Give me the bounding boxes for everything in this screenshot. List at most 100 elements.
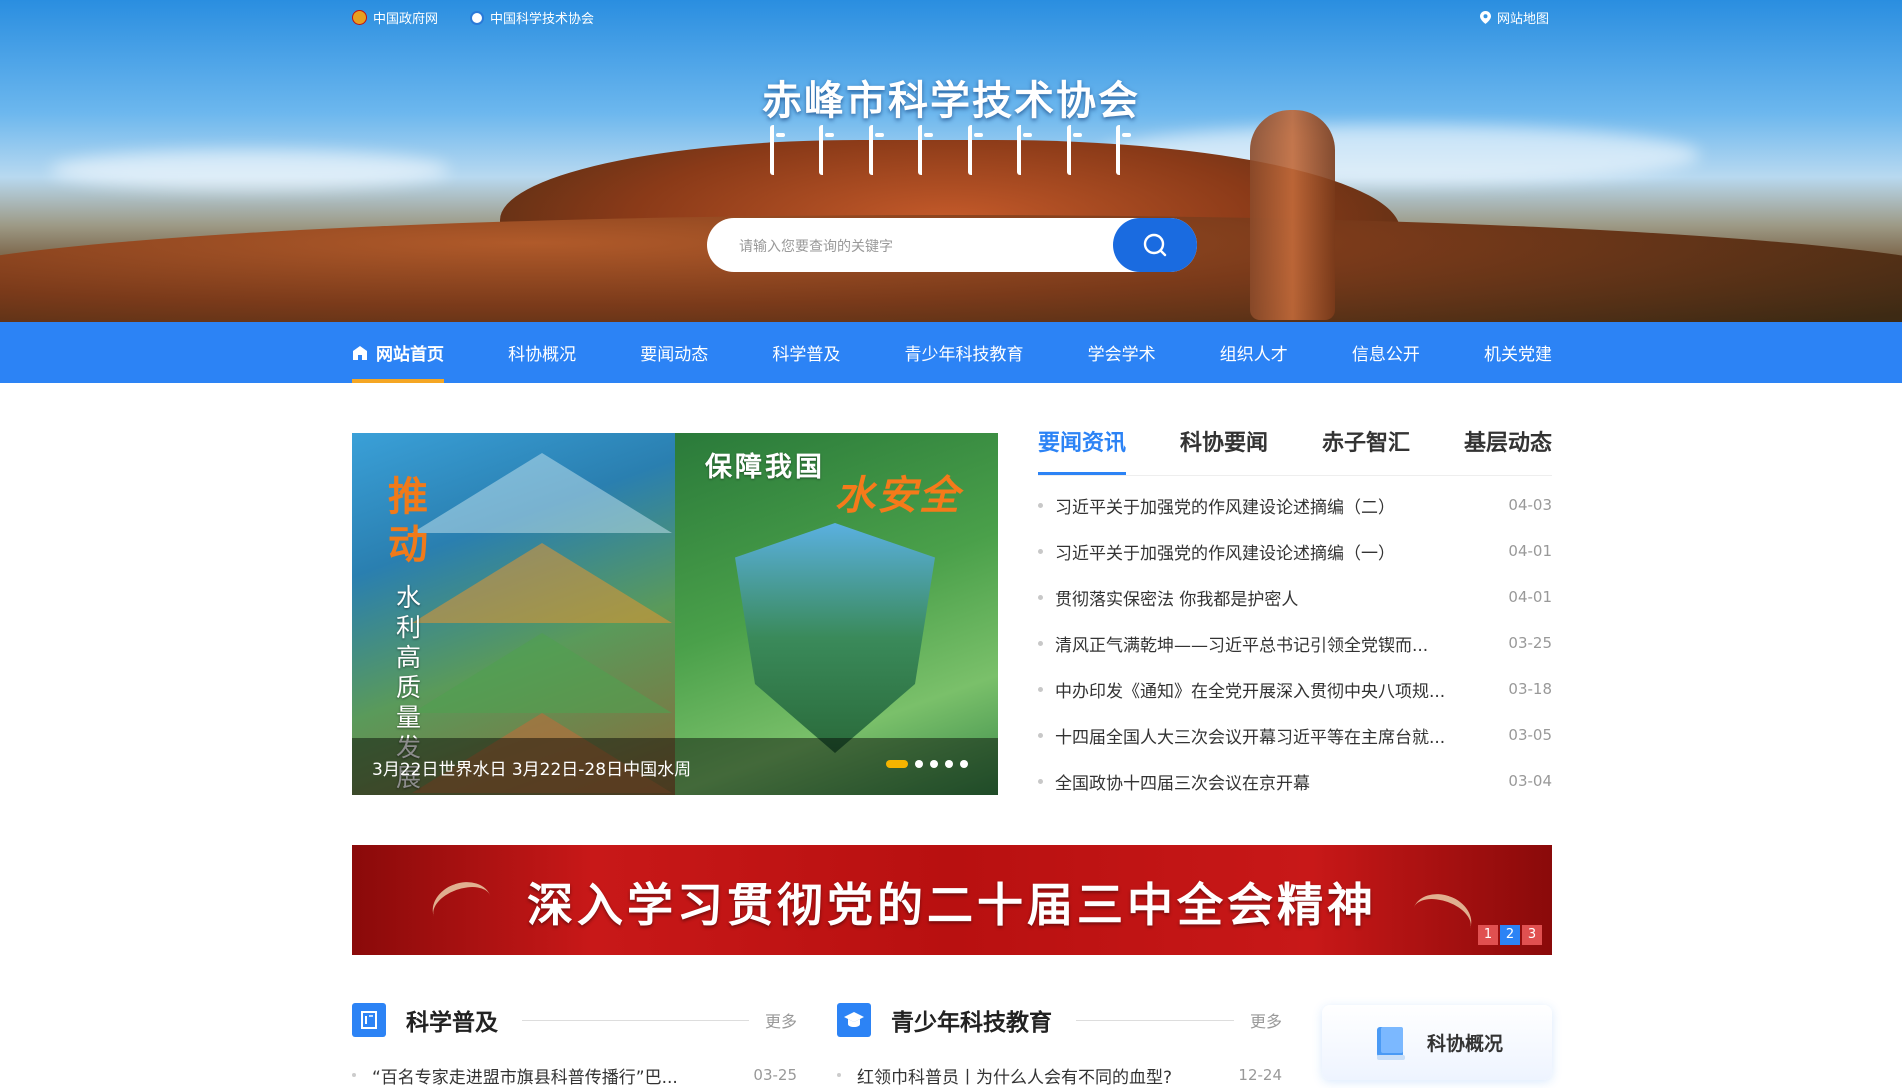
top-bar: 中国政府网 中国科学技术协会 网站地图 <box>352 8 1552 30</box>
site-title: 赤峰市科学技术协会 <box>762 77 1140 124</box>
list-item-title[interactable]: “百名专家走进盟市旗县科普传播行”巴... <box>372 1063 753 1088</box>
news-title[interactable]: 全国政协十四届三次会议在京开幕 <box>1055 769 1508 794</box>
nav-item-news[interactable]: 要闻动态 <box>640 322 708 383</box>
poster-line2: 水安全 <box>835 472 961 519</box>
news-date: 04-01 <box>1508 542 1552 560</box>
list-item-date: 12-24 <box>1238 1066 1282 1084</box>
book-icon <box>1376 1026 1405 1060</box>
banner-page-button[interactable]: 2 <box>1500 925 1520 945</box>
news-title[interactable]: 习近平关于加强党的作风建设论述摘编（二） <box>1055 493 1508 518</box>
banner-text: 深入学习贯彻党的二十届三中全会精神 <box>527 878 1377 932</box>
search-input[interactable] <box>737 218 1101 274</box>
news-item[interactable]: 习近平关于加强党的作风建设论述摘编（一） 04-01 <box>1038 528 1552 574</box>
link-sitemap-label: 网站地图 <box>1497 12 1550 27</box>
shield-graphic <box>735 523 935 753</box>
link-cast[interactable]: 中国科学技术协会 <box>470 8 594 27</box>
page: 中国政府网 中国科学技术协会 网站地图 赤峰市科学技术协会 请输入您要查询的关键… <box>0 0 1902 1088</box>
news-item[interactable]: 全国政协十四届三次会议在京开幕 03-04 <box>1038 758 1552 804</box>
news-title[interactable]: 十四届全国人大三次会议开幕习近平等在主席台就... <box>1055 723 1508 748</box>
cloud <box>50 150 450 190</box>
news-title[interactable]: 习近平关于加强党的作风建设论述摘编（一） <box>1055 539 1508 564</box>
side-card-label: 科协概况 <box>1426 1033 1503 1055</box>
tab-chizi-zhihui[interactable]: 赤子智汇 <box>1322 425 1410 473</box>
more-link[interactable]: 更多 <box>1250 1008 1282 1032</box>
link-sitemap[interactable]: 网站地图 <box>1480 8 1549 27</box>
nav-item-label: 科协概况 <box>508 345 577 365</box>
tab-cast-news[interactable]: 科协要闻 <box>1180 425 1268 473</box>
tab-headlines[interactable]: 要闻资讯 <box>1038 425 1127 475</box>
carousel-dot[interactable] <box>960 760 968 768</box>
carousel-caption: 3月22日世界水日 3月22日-28日中国水周 <box>352 738 998 795</box>
news-title[interactable]: 贯彻落实保密法 你我都是护密人 <box>1055 585 1508 610</box>
news-item[interactable]: 中办印发《通知》在全党开展深入贯彻中央八项规... 03-18 <box>1038 666 1552 712</box>
nav-item-label: 要闻动态 <box>640 345 709 365</box>
document-icon <box>352 1003 386 1037</box>
emblem-icon <box>352 10 367 25</box>
nav-item-label: 青少年科技教育 <box>904 345 1024 365</box>
main-nav: 网站首页 科协概况 要闻动态 科学普及 青少年科技教育 学会学术 组织人才 信息… <box>0 322 1902 383</box>
carousel-dot[interactable] <box>886 760 908 768</box>
banner-pager: 1 2 3 <box>1478 925 1542 945</box>
poster-chevron <box>412 543 672 623</box>
nav-item-popular-science[interactable]: 科学普及 <box>772 322 840 383</box>
news-list: 习近平关于加强党的作风建设论述摘编（二） 04-03 习近平关于加强党的作风建设论… <box>1038 482 1552 804</box>
home-icon <box>353 345 367 360</box>
tab-grassroots[interactable]: 基层动态 <box>1464 425 1552 473</box>
graduation-cap-icon <box>837 1003 871 1037</box>
section-header: 青少年科技教育 更多 <box>837 1000 1282 1040</box>
list-item-title[interactable]: 红领巾科普员丨为什么人会有不同的血型? <box>857 1063 1238 1088</box>
news-panel: 要闻资讯 科协要闻 赤子智汇 基层动态 习近平关于加强党的作风建设论述摘编（二）… <box>1038 425 1552 805</box>
nav-item-talent[interactable]: 组织人才 <box>1220 322 1288 383</box>
nav-item-disclosure[interactable]: 信息公开 <box>1352 322 1420 383</box>
cast-logo-icon <box>470 10 484 25</box>
search-button[interactable] <box>1113 218 1197 272</box>
banner-page-button[interactable]: 1 <box>1478 925 1498 945</box>
news-title[interactable]: 中办印发《通知》在全党开展深入贯彻中央八项规... <box>1055 677 1508 702</box>
poster-chevron <box>412 633 672 713</box>
news-item[interactable]: 十四届全国人大三次会议开幕习近平等在主席台就... 03-05 <box>1038 712 1552 758</box>
carousel-dots <box>886 760 968 768</box>
nav-item-overview[interactable]: 科协概况 <box>508 322 576 383</box>
banner-page-button[interactable]: 3 <box>1522 925 1542 945</box>
news-tabs: 要闻资讯 科协要闻 赤子智汇 基层动态 <box>1038 425 1552 476</box>
news-title[interactable]: 清风正气满乾坤——习近平总书记引领全党锲而... <box>1055 631 1508 656</box>
section-youth-education: 青少年科技教育 更多 红领巾科普员丨为什么人会有不同的血型? 12-24 <box>837 1000 1282 1088</box>
link-gov-cn-label: 中国政府网 <box>373 12 439 27</box>
link-cast-label: 中国科学技术协会 <box>490 12 595 27</box>
poster-headline: 推动 <box>388 473 428 568</box>
more-link[interactable]: 更多 <box>765 1008 797 1032</box>
promo-banner[interactable]: 深入学习贯彻党的二十届三中全会精神 1 2 3 <box>352 845 1552 955</box>
link-gov-cn[interactable]: 中国政府网 <box>352 8 438 27</box>
location-pin-icon <box>1480 11 1491 24</box>
divider <box>1076 1019 1234 1021</box>
news-date: 03-04 <box>1508 772 1552 790</box>
carousel-dot[interactable] <box>945 760 953 768</box>
nav-item-academic[interactable]: 学会学术 <box>1088 322 1156 383</box>
nav-item-label: 网站首页 <box>376 345 444 365</box>
nav-item-home[interactable]: 网站首页 <box>352 322 444 383</box>
rock-pillar <box>1250 110 1335 320</box>
news-item[interactable]: 贯彻落实保密法 你我都是护密人 04-01 <box>1038 574 1552 620</box>
side-card-overview[interactable]: 科协概况 <box>1322 1005 1552 1080</box>
list-item[interactable]: 红领巾科普员丨为什么人会有不同的血型? 12-24 <box>837 1063 1282 1088</box>
nav-item-label: 科学普及 <box>772 345 841 365</box>
news-item[interactable]: 习近平关于加强党的作风建设论述摘编（二） 04-03 <box>1038 482 1552 528</box>
list-item-date: 03-25 <box>753 1066 797 1084</box>
section-header: 科学普及 更多 <box>352 1000 797 1040</box>
news-date: 04-01 <box>1508 588 1552 606</box>
carousel-dot[interactable] <box>915 760 923 768</box>
list-item[interactable]: “百名专家走进盟市旗县科普传播行”巴... 03-25 <box>352 1063 797 1088</box>
search-icon <box>1143 233 1167 257</box>
nav-item-label: 学会学术 <box>1087 345 1156 365</box>
carousel-dot[interactable] <box>930 760 938 768</box>
section-popular-science: 科学普及 更多 “百名专家走进盟市旗县科普传播行”巴... 03-25 <box>352 1000 797 1088</box>
news-date: 03-25 <box>1508 634 1552 652</box>
news-date: 04-03 <box>1508 496 1552 514</box>
divider <box>522 1019 749 1021</box>
nav-item-party[interactable]: 机关党建 <box>1484 322 1552 383</box>
nav-item-youth-education[interactable]: 青少年科技教育 <box>905 322 1024 383</box>
section-title: 青少年科技教育 <box>891 1010 1052 1036</box>
image-carousel[interactable]: 推动 水利高质量发展 保障我国 水安全 3月22日世界水日 3月22日-28日中… <box>352 433 998 795</box>
poster-line1: 保障我国 <box>705 452 825 483</box>
news-item[interactable]: 清风正气满乾坤——习近平总书记引领全党锲而... 03-25 <box>1038 620 1552 666</box>
